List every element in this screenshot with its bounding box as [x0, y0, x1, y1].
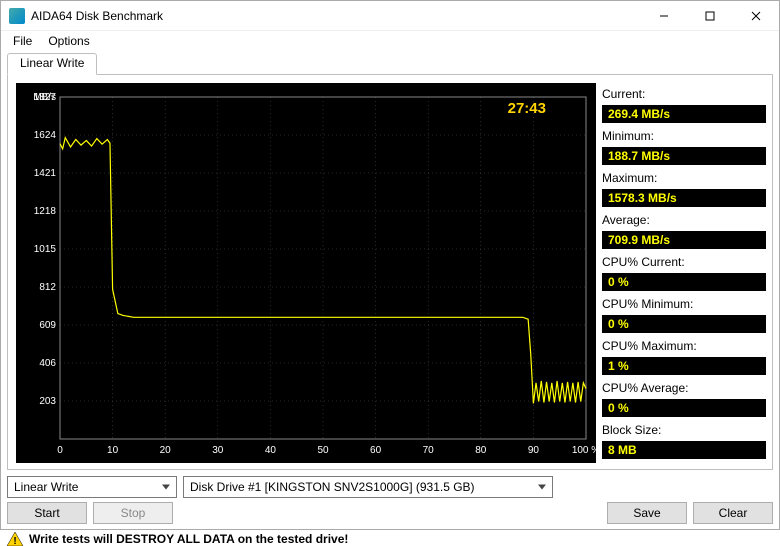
svg-text:40: 40: [265, 445, 277, 456]
value-minimum: 188.7 MB/s: [602, 147, 766, 165]
clear-button[interactable]: Clear: [693, 502, 773, 524]
button-row: Start Stop Save Clear: [7, 502, 773, 524]
app-icon: [9, 8, 25, 24]
svg-text:609: 609: [39, 320, 56, 331]
label-current: Current:: [602, 87, 766, 101]
label-cpu-minimum: CPU% Minimum:: [602, 297, 766, 311]
select-row: Linear Write Disk Drive #1 [KINGSTON SNV…: [7, 476, 773, 498]
svg-text:100 %: 100 %: [572, 445, 596, 456]
label-cpu-average: CPU% Average:: [602, 381, 766, 395]
maximize-button[interactable]: [687, 1, 733, 31]
svg-text:812: 812: [39, 282, 56, 293]
svg-text:20: 20: [160, 445, 172, 456]
tab-linear-write[interactable]: Linear Write: [7, 53, 97, 75]
warning-row: ! Write tests will DESTROY ALL DATA on t…: [7, 532, 773, 546]
svg-text:MB/s: MB/s: [33, 92, 56, 103]
main-row: 20340660981210151218142116241827MB/s0102…: [7, 74, 773, 470]
svg-text:30: 30: [212, 445, 224, 456]
svg-text:0: 0: [57, 445, 63, 456]
bottom-controls: Linear Write Disk Drive #1 [KINGSTON SNV…: [7, 476, 773, 546]
value-current: 269.4 MB/s: [602, 105, 766, 123]
window-buttons: [641, 1, 779, 31]
tabstrip: Linear Write: [7, 53, 773, 75]
save-button[interactable]: Save: [607, 502, 687, 524]
test-type-select[interactable]: Linear Write: [7, 476, 177, 498]
svg-text:10: 10: [107, 445, 119, 456]
svg-text:1421: 1421: [34, 168, 57, 179]
svg-text:60: 60: [370, 445, 382, 456]
label-average: Average:: [602, 213, 766, 227]
stop-button[interactable]: Stop: [93, 502, 173, 524]
minimize-button[interactable]: [641, 1, 687, 31]
svg-text:1015: 1015: [34, 244, 57, 255]
titlebar: AIDA64 Disk Benchmark: [1, 1, 779, 31]
svg-text:70: 70: [423, 445, 435, 456]
value-maximum: 1578.3 MB/s: [602, 189, 766, 207]
menu-file[interactable]: File: [5, 32, 40, 50]
chart-svg: 20340660981210151218142116241827MB/s0102…: [16, 83, 596, 463]
label-block-size: Block Size:: [602, 423, 766, 437]
svg-text:80: 80: [475, 445, 487, 456]
svg-text:!: !: [13, 536, 16, 546]
drive-value: Disk Drive #1 [KINGSTON SNV2S1000G] (931…: [190, 480, 475, 494]
drive-select[interactable]: Disk Drive #1 [KINGSTON SNV2S1000G] (931…: [183, 476, 553, 498]
test-type-value: Linear Write: [14, 480, 78, 494]
svg-text:1218: 1218: [34, 206, 57, 217]
value-average: 709.9 MB/s: [602, 231, 766, 249]
chart: 20340660981210151218142116241827MB/s0102…: [16, 83, 596, 463]
svg-text:50: 50: [317, 445, 329, 456]
label-minimum: Minimum:: [602, 129, 766, 143]
svg-text:203: 203: [39, 396, 56, 407]
start-button[interactable]: Start: [7, 502, 87, 524]
label-cpu-current: CPU% Current:: [602, 255, 766, 269]
label-maximum: Maximum:: [602, 171, 766, 185]
svg-text:27:43: 27:43: [508, 100, 546, 117]
stats-panel: Current: 269.4 MB/s Minimum: 188.7 MB/s …: [602, 83, 766, 463]
menu-options[interactable]: Options: [40, 32, 97, 50]
content: Linear Write 203 406 609 812 1015 1218 1421 162…: [7, 53, 773, 523]
window-title: AIDA64 Disk Benchmark: [31, 9, 641, 23]
svg-text:90: 90: [528, 445, 540, 456]
value-cpu-current: 0 %: [602, 273, 766, 291]
close-button[interactable]: [733, 1, 779, 31]
menubar: File Options: [1, 31, 779, 51]
value-cpu-average: 0 %: [602, 399, 766, 417]
value-cpu-minimum: 0 %: [602, 315, 766, 333]
value-block-size: 8 MB: [602, 441, 766, 459]
warning-icon: !: [7, 532, 23, 546]
value-cpu-maximum: 1 %: [602, 357, 766, 375]
svg-text:1624: 1624: [34, 130, 57, 141]
warning-text: Write tests will DESTROY ALL DATA on the…: [29, 532, 348, 546]
svg-text:406: 406: [39, 358, 56, 369]
label-cpu-maximum: CPU% Maximum:: [602, 339, 766, 353]
